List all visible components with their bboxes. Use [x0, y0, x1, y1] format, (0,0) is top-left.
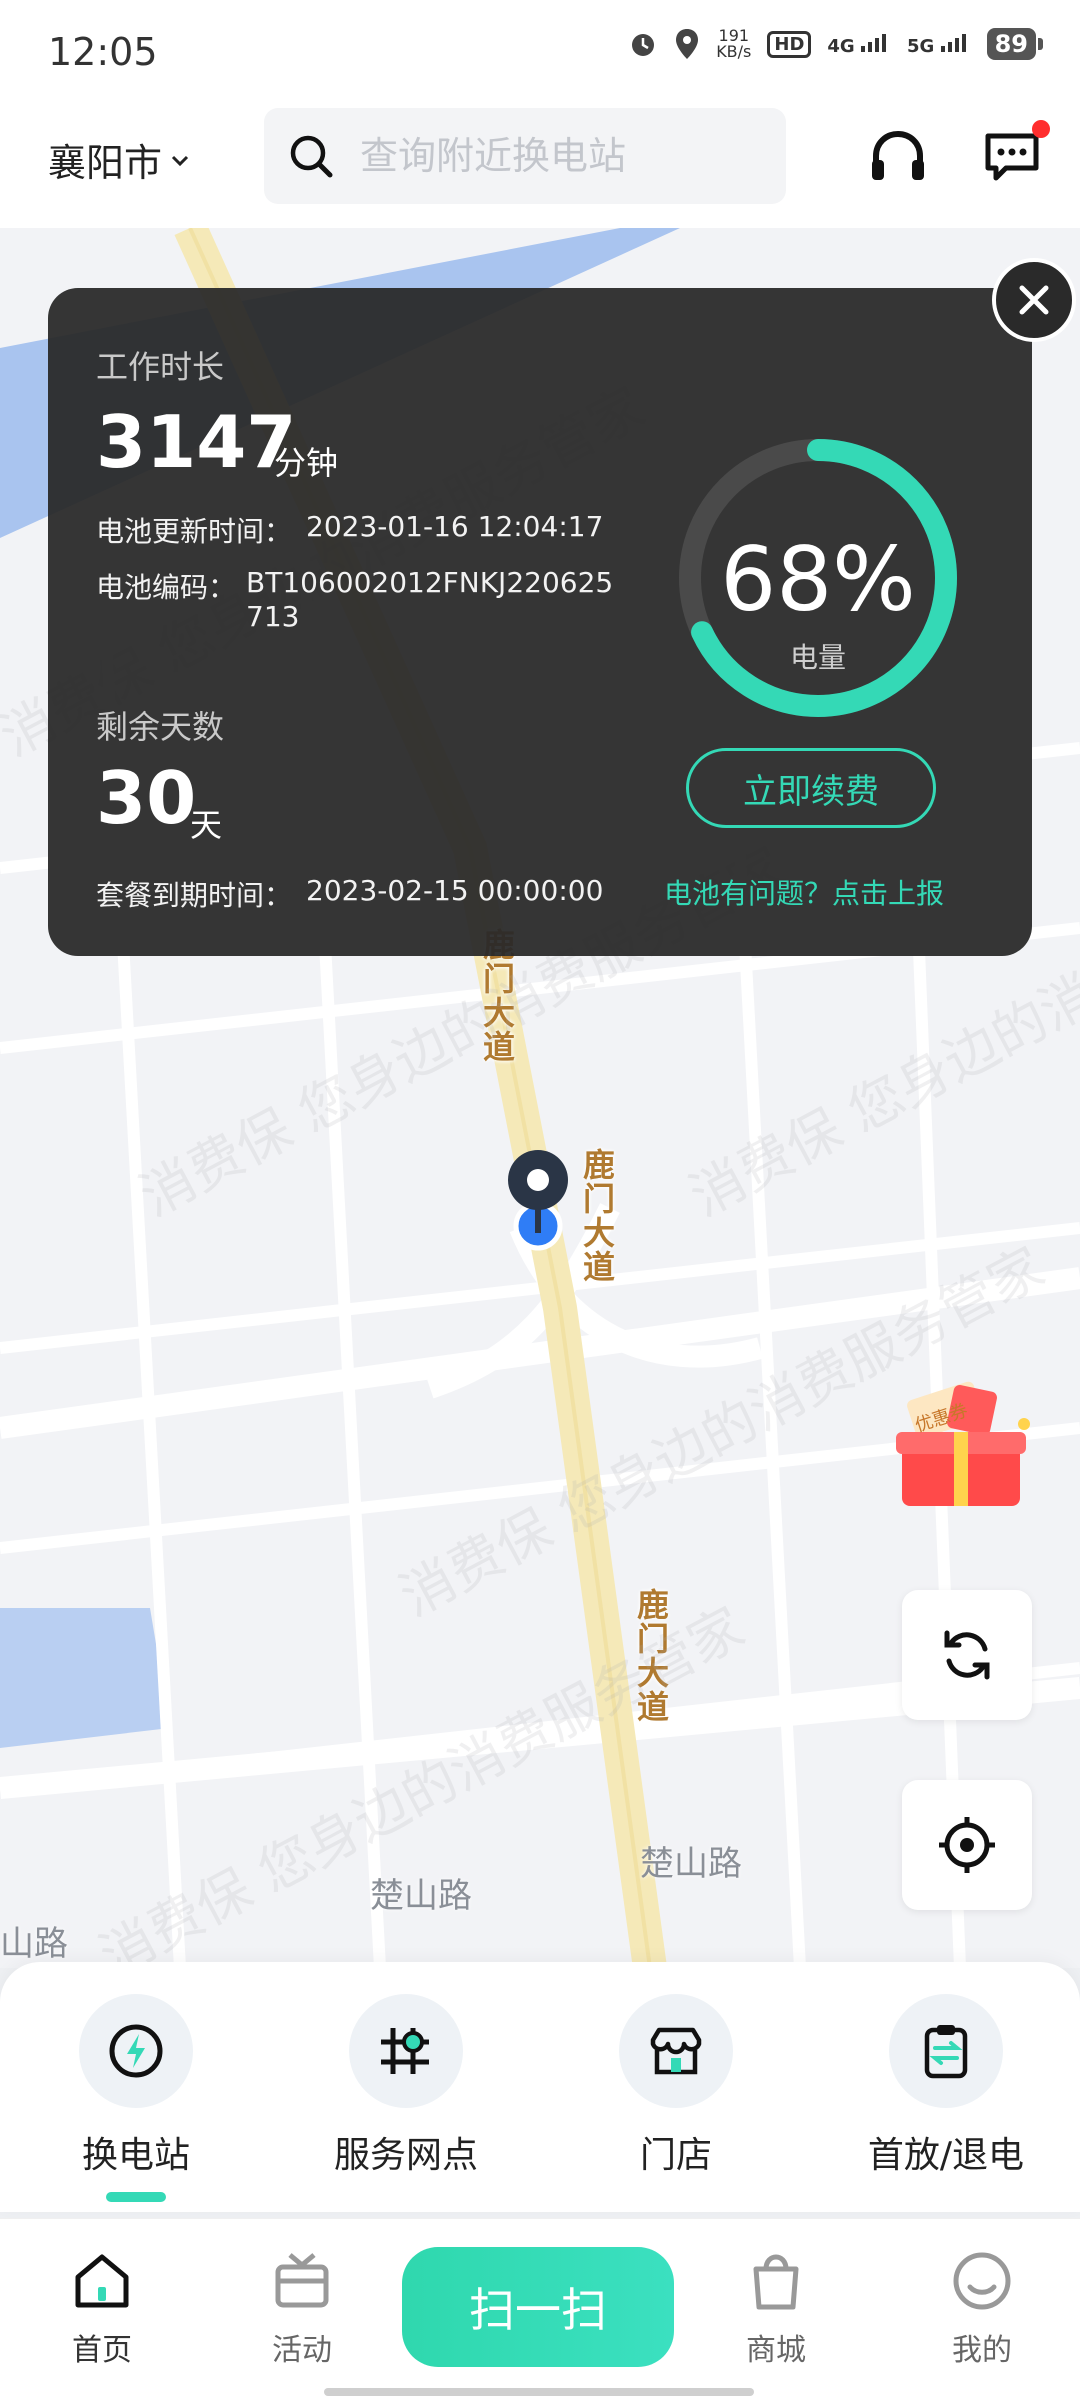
battery-code-label: 电池编码： [96, 571, 237, 604]
service-store[interactable]: 门店 [566, 1994, 786, 2178]
coupon-gift-button[interactable]: 优惠券 [890, 1360, 1040, 1520]
tv-icon [275, 2253, 329, 2308]
close-card-button[interactable] [992, 258, 1076, 342]
chevron-down-icon [171, 155, 189, 166]
search-bar[interactable] [264, 108, 786, 204]
message-icon [985, 133, 1039, 181]
service-swap-station[interactable]: 换电站 [26, 1994, 246, 2202]
expiry-label: 套餐到期时间： [96, 879, 293, 912]
refresh-icon [944, 1630, 990, 1680]
signal-4g: 4G [827, 32, 891, 57]
battery-indicator: 89 [986, 28, 1044, 60]
report-issue-link[interactable]: 电池有问题？点击上报 [664, 872, 944, 912]
search-input[interactable] [360, 134, 740, 178]
location-icon [674, 28, 700, 60]
gift-box-icon [896, 1381, 1030, 1506]
home-indicator-bar[interactable] [324, 2388, 754, 2396]
alarm-icon [628, 29, 658, 59]
signal-4g-label: 4G [827, 35, 855, 57]
service-icon-circle [349, 1994, 463, 2108]
bottom-nav: 首页 活动 扫一扫 商城 我的 [0, 2218, 1080, 2400]
battery-info-card: 工作时长 3147 分钟 电池更新时间： 2023-01-16 12:04:17… [48, 288, 1032, 956]
signal-bars-icon [940, 33, 966, 52]
work-duration-value: 3147 [96, 400, 297, 484]
status-icons: 191 KB/s HD 4G 5G 89 [628, 28, 1044, 60]
service-first-return[interactable]: 首放/退电 [836, 1994, 1056, 2178]
locate-me-button[interactable] [902, 1780, 1032, 1910]
expiry-value: 2023-02-15 00:00:00 [306, 874, 604, 907]
service-icon-circle [79, 1994, 193, 2108]
road-label-chushan-1: 楚山路 [370, 1876, 472, 1916]
top-header: 襄阳市 [0, 100, 1080, 228]
charge-label: 电量 [789, 641, 846, 674]
service-icon-circle [619, 1994, 733, 2108]
refresh-button[interactable] [902, 1590, 1032, 1720]
tab-label: 商城 [746, 2333, 806, 2368]
service-name: 门店 [639, 2135, 712, 2176]
notification-dot [1032, 120, 1050, 138]
road-label-lumen-3: 鹿门大道 [632, 1588, 670, 1724]
service-service-points[interactable]: 服务网点 [296, 1994, 516, 2178]
charge-percent: 68% [720, 528, 916, 631]
store-icon [650, 2027, 702, 2075]
service-icon-circle [889, 1994, 1003, 2108]
signal-5g: 5G [907, 32, 971, 57]
close-icon [1019, 285, 1049, 315]
crosshair-icon [939, 1817, 995, 1873]
service-name: 服务网点 [333, 2135, 478, 2176]
swap-clipboard-icon [924, 2025, 968, 2079]
road-label-lumen-2: 鹿门大道 [578, 1148, 616, 1284]
messages-button[interactable] [980, 120, 1050, 188]
status-time: 12:05 [48, 30, 158, 74]
services-panel: 换电站 服务网点 门店 首放/退电 [0, 1962, 1080, 2212]
shopping-bag-icon [753, 2254, 799, 2310]
remaining-days-value: 30 [96, 756, 197, 840]
profile-icon [953, 2252, 1011, 2310]
scan-button[interactable]: 扫一扫 [402, 2247, 674, 2367]
remaining-days-unit: 天 [190, 806, 223, 844]
net-speed: 191 KB/s [716, 28, 751, 60]
hd-badge: HD [767, 30, 812, 58]
tab-home[interactable]: 首页 [32, 2249, 172, 2369]
work-duration-label: 工作时长 [96, 348, 225, 386]
active-tab-indicator [106, 2192, 166, 2202]
renew-button[interactable]: 立即续费 [686, 748, 936, 828]
tab-mine[interactable]: 我的 [912, 2249, 1052, 2369]
tab-activity[interactable]: 活动 [232, 2249, 372, 2369]
update-time-label: 电池更新时间： [96, 515, 293, 548]
tab-label: 首页 [72, 2333, 132, 2368]
lightning-icon [109, 2024, 163, 2078]
service-point-icon [381, 2028, 429, 2074]
net-speed-unit: KB/s [716, 42, 752, 61]
home-icon [75, 2254, 129, 2308]
service-name: 首放/退电 [867, 2135, 1025, 2176]
remaining-days-label: 剩余天数 [96, 708, 225, 746]
road-label-chushan-2: 楚山路 [640, 1844, 742, 1884]
search-icon [290, 135, 333, 178]
status-bar: 12:05 191 KB/s HD 4G 5G 89 [0, 0, 1080, 100]
city-name: 襄阳市 [48, 141, 163, 185]
work-duration-unit: 分钟 [274, 444, 339, 482]
battery-code-line1: BT106002012FNKJ220625 [246, 566, 614, 599]
headset-icon [872, 130, 924, 180]
road-label-chushan-3: 山路 [0, 1924, 68, 1964]
service-name: 换电站 [81, 2135, 190, 2176]
tab-label: 我的 [952, 2333, 1012, 2368]
tab-label: 活动 [272, 2333, 332, 2368]
tab-mall[interactable]: 商城 [706, 2249, 846, 2369]
signal-bars-icon [861, 33, 886, 52]
city-selector[interactable]: 襄阳市 [48, 132, 192, 187]
update-time-value: 2023-01-16 12:04:17 [306, 510, 604, 543]
customer-service-button[interactable] [866, 124, 930, 188]
signal-5g-label: 5G [907, 35, 935, 57]
battery-code-line2: 713 [246, 600, 300, 633]
